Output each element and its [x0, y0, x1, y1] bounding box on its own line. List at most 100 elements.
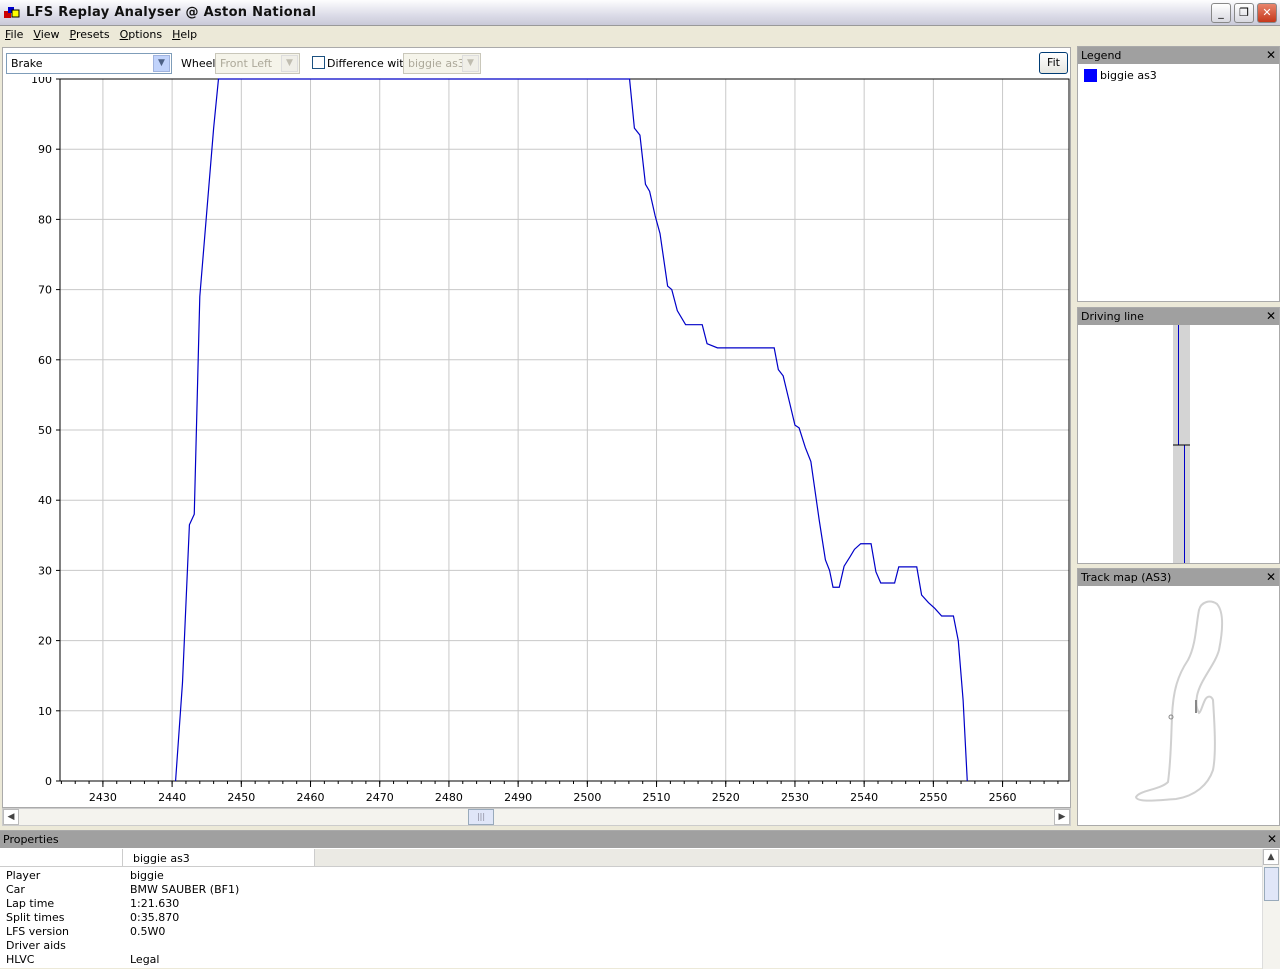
- driving-line-header: Driving line ✕: [1078, 308, 1279, 325]
- wheel-label: Wheel: [181, 57, 215, 70]
- chart-area: 0 10 20 30 40 50 60 70 80 90 100 2430 2440 2450 2460 24…: [2, 77, 1071, 808]
- y-tick-label: 20: [38, 635, 52, 648]
- property-row: HLVC Legal: [6, 953, 606, 967]
- close-icon[interactable]: ✕: [1266, 309, 1276, 323]
- driving-line-title: Driving line: [1081, 310, 1144, 323]
- y-tick-label: 40: [38, 494, 52, 507]
- x-tick-label: 2480: [435, 791, 463, 804]
- menu-help[interactable]: Help: [167, 26, 202, 41]
- column-biggie-as3[interactable]: biggie as3: [123, 849, 315, 866]
- track-map: [1077, 568, 1280, 826]
- y-tick-label: 70: [38, 284, 52, 297]
- app-icon: [4, 6, 20, 20]
- properties-table: Player biggie Car BMW SAUBER (BF1) Lap time 1…: [6, 869, 606, 967]
- property-value: biggie: [130, 869, 164, 882]
- property-name-column: [0, 849, 123, 866]
- menu-options[interactable]: Options: [115, 26, 167, 41]
- x-tick-label: 2490: [504, 791, 532, 804]
- x-tick-label: 2450: [227, 791, 255, 804]
- x-tick-label: 2510: [643, 791, 671, 804]
- property-value: 0:35.870: [130, 911, 179, 924]
- properties-header: Properties✕: [0, 831, 1280, 848]
- difference-checkbox[interactable]: [312, 56, 325, 69]
- difference-value: biggie as3: [408, 57, 465, 70]
- property-row: LFS version 0.5W0: [6, 925, 606, 939]
- wheel-value: Front Left: [220, 57, 272, 70]
- title-bar: LFS Replay Analyser @ Aston National _ ❐…: [0, 0, 1280, 26]
- y-tick-label: 60: [38, 354, 52, 367]
- y-tick-label: 10: [38, 705, 52, 718]
- legend-swatch: [1084, 69, 1097, 82]
- difference-label: Difference with: [327, 57, 411, 70]
- channel-select[interactable]: Brake ▼: [6, 53, 172, 74]
- track-map-panel: Track map (AS3)✕: [1077, 568, 1280, 826]
- x-tick-label: 2440: [158, 791, 186, 804]
- property-name: HLVC: [6, 953, 34, 966]
- restore-button[interactable]: ❐: [1234, 3, 1254, 23]
- close-icon[interactable]: ✕: [1267, 832, 1277, 846]
- y-tick-label: 100: [31, 77, 52, 86]
- chevron-down-icon: ▼: [462, 55, 479, 72]
- minimize-button[interactable]: _: [1211, 3, 1231, 23]
- close-button[interactable]: ✕: [1257, 3, 1277, 23]
- channel-value: Brake: [11, 57, 43, 70]
- x-tick-label: 2540: [850, 791, 878, 804]
- property-row: Lap time 1:21.630: [6, 897, 606, 911]
- properties-panel: Properties✕ biggie as3 Player biggie Car BM…: [0, 830, 1280, 968]
- brake-chart: 0 10 20 30 40 50 60 70 80 90 100 2430 2440 2450 2460 24…: [3, 77, 1072, 808]
- property-name: Driver aids: [6, 939, 66, 952]
- legend-title: Legend: [1081, 49, 1121, 62]
- x-tick-label: 2560: [989, 791, 1017, 804]
- scroll-right-button[interactable]: ▶: [1054, 809, 1070, 825]
- scroll-left-button[interactable]: ◀: [3, 809, 19, 825]
- menu-bar: FileViewPresetsOptionsHelp: [0, 26, 1280, 45]
- chevron-down-icon: ▼: [281, 55, 298, 72]
- property-name: Lap time: [6, 897, 54, 910]
- legend-panel: Legend ✕ biggie as3: [1077, 46, 1280, 302]
- legend-item-label: biggie as3: [1100, 69, 1157, 82]
- property-value: BMW SAUBER (BF1): [130, 883, 239, 896]
- x-tick-label: 2470: [366, 791, 394, 804]
- property-name: Split times: [6, 911, 64, 924]
- scroll-thumb[interactable]: [1264, 867, 1279, 901]
- y-tick-label: 90: [38, 143, 52, 156]
- property-value: 0.5W0: [130, 925, 165, 938]
- menu-file[interactable]: File: [0, 26, 28, 41]
- property-row: Car BMW SAUBER (BF1): [6, 883, 606, 897]
- y-tick-label: 50: [38, 424, 52, 437]
- y-tick-label: 80: [38, 213, 52, 226]
- x-tick-label: 2550: [919, 791, 947, 804]
- difference-select: biggie as3▼: [403, 53, 481, 74]
- y-tick-label: 0: [45, 775, 52, 788]
- properties-column-header: biggie as3: [0, 849, 1262, 867]
- menu-presets[interactable]: Presets: [65, 26, 115, 41]
- x-tick-label: 2520: [712, 791, 740, 804]
- x-tick-label: 2500: [573, 791, 601, 804]
- property-name: Player: [6, 869, 40, 882]
- driving-line-view: [1078, 325, 1279, 563]
- property-row: Driver aids: [6, 939, 606, 953]
- x-tick-label: 2530: [781, 791, 809, 804]
- property-row: Split times 0:35.870: [6, 911, 606, 925]
- scroll-thumb[interactable]: |||: [468, 809, 494, 825]
- fit-button[interactable]: Fit: [1039, 52, 1068, 74]
- vertical-scrollbar[interactable]: ▲: [1262, 849, 1280, 969]
- property-row: Player biggie: [6, 869, 606, 883]
- toolbar: Brake ▼ Wheel Front Left ▼ Difference with…: [2, 47, 1071, 77]
- property-value: 1:21.630: [130, 897, 179, 910]
- property-name: Car: [6, 883, 25, 896]
- close-icon[interactable]: ✕: [1266, 48, 1276, 62]
- horizontal-scrollbar[interactable]: ◀ ||| ▶: [2, 808, 1071, 826]
- scroll-up-button[interactable]: ▲: [1263, 849, 1279, 865]
- menu-view[interactable]: View: [28, 26, 64, 41]
- window-title: LFS Replay Analyser @ Aston National: [26, 5, 316, 20]
- x-tick-label: 2460: [297, 791, 325, 804]
- property-value: Legal: [130, 953, 159, 966]
- legend-header: Legend ✕: [1078, 47, 1279, 64]
- property-name: LFS version: [6, 925, 69, 938]
- driving-line-panel: Driving line ✕: [1077, 307, 1280, 564]
- chevron-down-icon[interactable]: ▼: [153, 55, 170, 72]
- x-tick-label: 2430: [89, 791, 117, 804]
- wheel-select: Front Left ▼: [215, 53, 300, 74]
- y-tick-label: 30: [38, 564, 52, 577]
